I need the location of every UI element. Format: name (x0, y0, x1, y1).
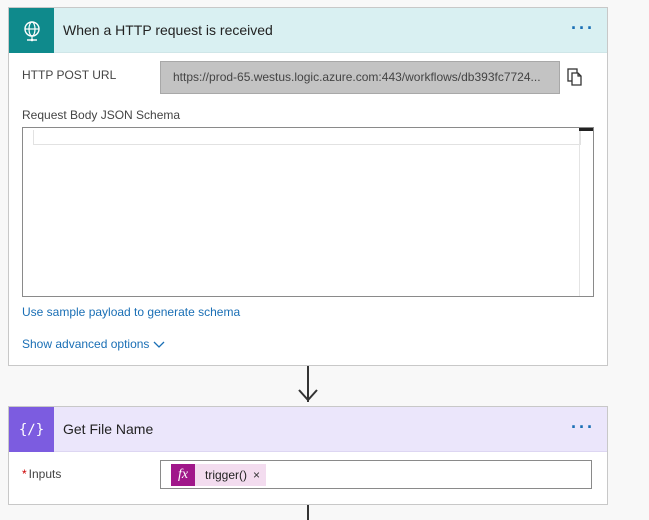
use-sample-payload-link[interactable]: Use sample payload to generate schema (22, 305, 240, 319)
inputs-field[interactable]: fx trigger() × (160, 460, 592, 489)
chevron-down-icon (153, 338, 165, 352)
editor-scroll-thumb[interactable] (579, 128, 593, 131)
get-file-name-card: {∕} Get File Name ··· * Inputs fx trigger… (8, 406, 608, 505)
http-trigger-card: When a HTTP request is received ··· HTTP… (8, 7, 608, 366)
more-options-icon[interactable]: ··· (571, 417, 595, 438)
show-advanced-options-link[interactable]: Show advanced options (22, 337, 165, 352)
expression-token[interactable]: fx trigger() × (171, 464, 267, 486)
trigger-card-title: When a HTTP request is received (63, 22, 273, 38)
http-post-url-label: HTTP POST URL (22, 68, 117, 82)
flow-connector-line (307, 505, 309, 520)
inputs-label-text: Inputs (28, 467, 62, 481)
arrow-down-icon (297, 388, 319, 407)
token-label: trigger() (205, 468, 248, 482)
schema-label: Request Body JSON Schema (22, 108, 181, 122)
remove-token-icon[interactable]: × (253, 464, 266, 486)
trigger-card-header[interactable]: When a HTTP request is received ··· (9, 8, 607, 53)
inputs-label: * Inputs (22, 467, 61, 481)
show-advanced-options-label: Show advanced options (22, 337, 150, 351)
json-schema-editor[interactable] (22, 127, 594, 297)
compose-card-title: Get File Name (63, 421, 154, 437)
more-options-icon[interactable]: ··· (571, 18, 595, 39)
compose-card-header[interactable]: {∕} Get File Name ··· (9, 407, 607, 452)
copy-icon[interactable] (566, 67, 584, 87)
globe-network-icon (9, 8, 54, 53)
editor-scrollbar[interactable] (579, 128, 593, 296)
braces-icon: {∕} (9, 407, 54, 452)
fx-icon: fx (171, 464, 195, 486)
required-marker: * (22, 467, 27, 481)
http-post-url-field[interactable]: https://prod-65.westus.logic.azure.com:4… (160, 61, 560, 94)
editor-current-line (33, 130, 581, 145)
